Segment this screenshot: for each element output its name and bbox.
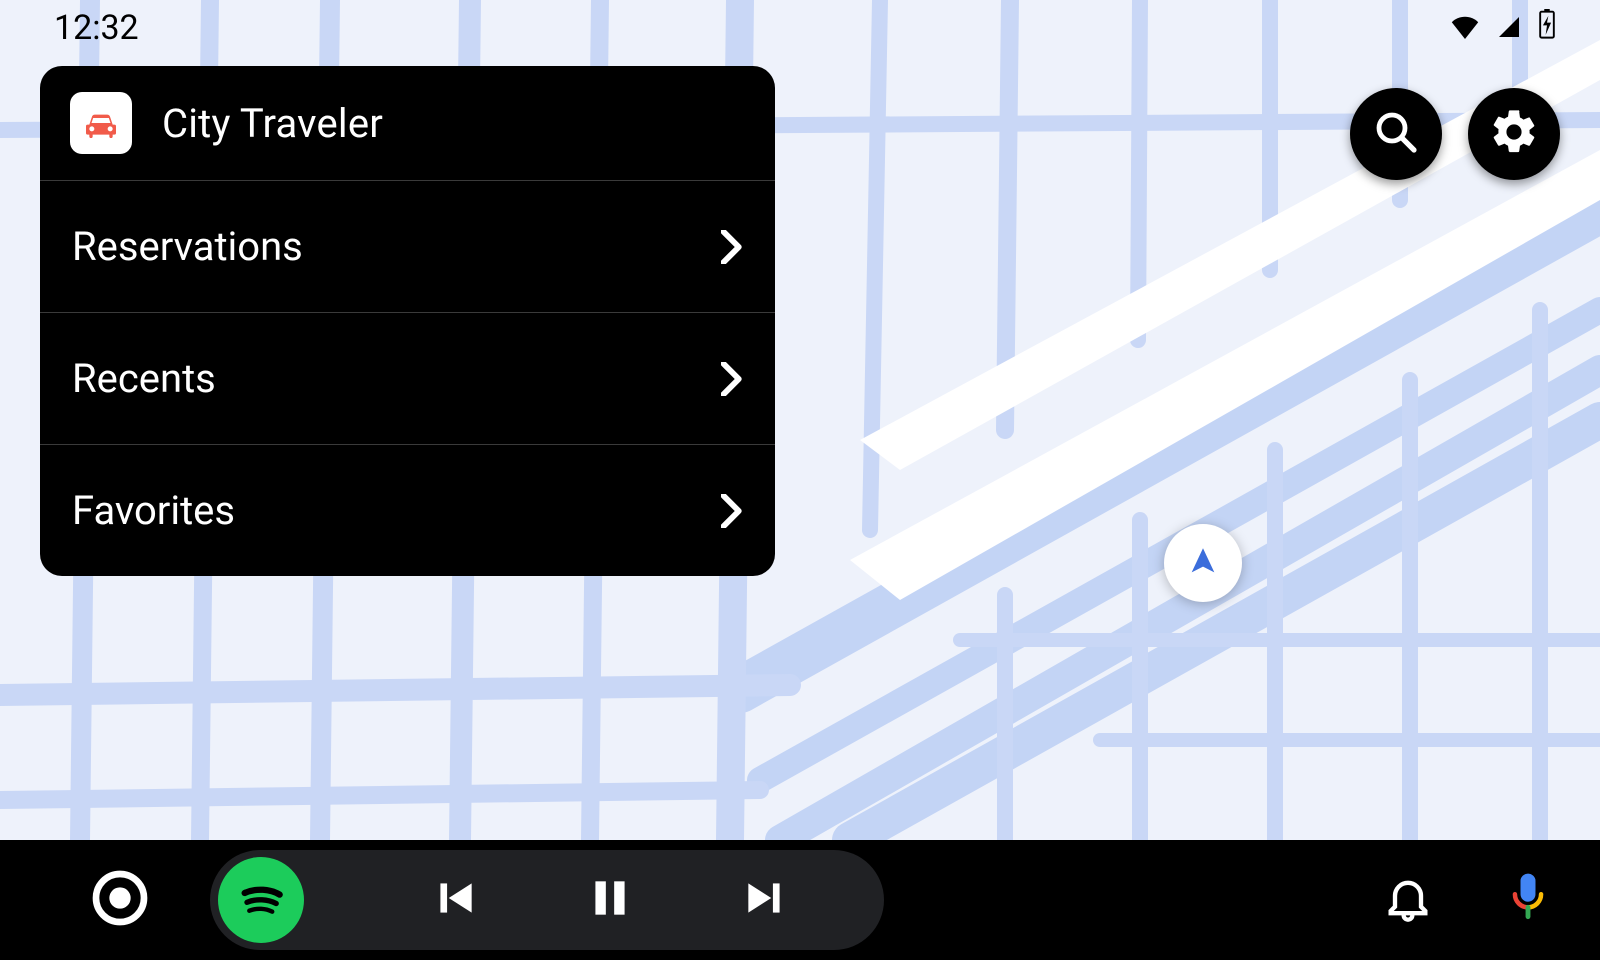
navigation-arrow-icon: [1186, 544, 1220, 582]
bottom-right-controls: [1382, 870, 1552, 930]
chevron-right-icon: [721, 230, 743, 264]
home-button[interactable]: [88, 866, 152, 934]
next-track-button[interactable]: [690, 873, 840, 927]
gear-icon: [1488, 106, 1540, 162]
app-icon: [70, 92, 132, 154]
bottom-bar: [0, 840, 1600, 960]
app-title: City Traveler: [162, 100, 383, 147]
pause-icon: [585, 873, 635, 927]
previous-track-button[interactable]: [380, 873, 530, 927]
status-bar: 12:32: [0, 0, 1600, 56]
home-circle-icon: [88, 866, 152, 934]
menu-item-favorites[interactable]: Favorites: [40, 445, 775, 576]
battery-icon: [1538, 8, 1556, 48]
app-panel: City Traveler Reservations Recents Favor…: [40, 66, 775, 576]
menu-item-label: Recents: [72, 355, 216, 402]
media-controls: [210, 850, 884, 950]
notifications-button[interactable]: [1382, 872, 1434, 928]
chevron-right-icon: [721, 494, 743, 528]
voice-assistant-button[interactable]: [1504, 870, 1552, 930]
cellular-icon: [1494, 8, 1524, 48]
settings-button[interactable]: [1468, 88, 1560, 180]
clock: 12:32: [54, 8, 139, 48]
menu-item-reservations[interactable]: Reservations: [40, 181, 775, 313]
play-pause-button[interactable]: [530, 873, 690, 927]
skip-next-icon: [740, 873, 790, 927]
current-location[interactable]: [1164, 524, 1242, 602]
menu-item-label: Favorites: [72, 487, 235, 534]
search-icon: [1372, 108, 1420, 160]
chevron-right-icon: [721, 362, 743, 396]
menu-item-label: Reservations: [72, 223, 303, 270]
search-button[interactable]: [1350, 88, 1442, 180]
wifi-icon: [1450, 8, 1480, 48]
app-panel-header: City Traveler: [40, 66, 775, 181]
spotify-icon[interactable]: [218, 857, 304, 943]
bell-icon: [1382, 872, 1434, 928]
skip-previous-icon: [430, 873, 480, 927]
microphone-icon: [1504, 870, 1552, 930]
menu-item-recents[interactable]: Recents: [40, 313, 775, 445]
status-icons: [1450, 8, 1556, 48]
map-actions: [1350, 88, 1560, 180]
